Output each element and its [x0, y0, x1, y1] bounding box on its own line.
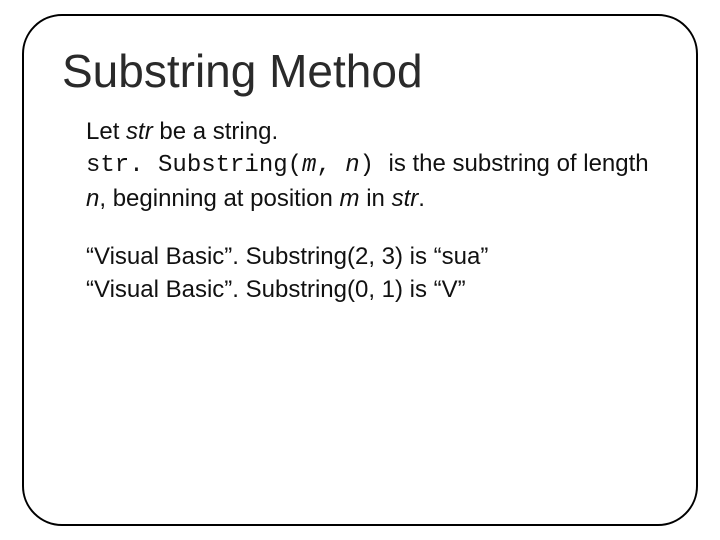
intro-pre: Let: [86, 118, 126, 145]
def-var-str: str: [392, 185, 419, 212]
example-1: “Visual Basic”. Substring(2, 3) is “sua”: [86, 241, 658, 273]
def-var-n: n: [86, 185, 99, 212]
definition-line-2: n, beginning at position m in str.: [86, 183, 658, 215]
definition-line-1: str. Substring(m, n) is the substring of…: [86, 148, 658, 182]
def-mid2: in: [360, 185, 392, 212]
spacer: [86, 215, 658, 241]
code-pre: str. Substring(: [86, 152, 302, 179]
intro-post: be a string.: [153, 118, 278, 145]
slide-title: Substring Method: [62, 44, 658, 98]
slide: Substring Method Let str be a string. st…: [0, 0, 720, 540]
example-2: “Visual Basic”. Substring(0, 1) is “V”: [86, 274, 658, 306]
code-post: ): [360, 152, 389, 179]
code-arg-m: m: [302, 152, 316, 179]
slide-frame: Substring Method Let str be a string. st…: [22, 14, 698, 526]
slide-body: Let str be a string. str. Substring(m, n…: [62, 116, 658, 306]
intro-line: Let str be a string.: [86, 116, 658, 148]
intro-var-str: str: [126, 118, 153, 145]
def-end: .: [418, 185, 425, 212]
def-mid1: , beginning at position: [99, 185, 339, 212]
code-mid: ,: [316, 152, 345, 179]
def-trail: is the substring of length: [388, 150, 648, 177]
def-var-m: m: [340, 185, 360, 212]
code-arg-n: n: [345, 152, 359, 179]
